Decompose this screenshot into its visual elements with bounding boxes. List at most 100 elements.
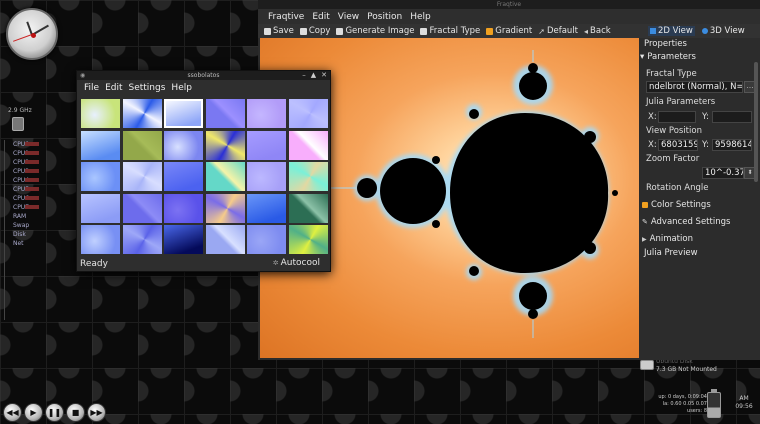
animation-section[interactable]: ▶ Animation xyxy=(642,234,693,244)
parameters-section[interactable]: ▾ Parameters xyxy=(640,52,696,62)
rewind-button[interactable]: ◀◀ xyxy=(3,403,22,422)
image-icon xyxy=(336,27,344,35)
cpu-bar xyxy=(25,160,39,164)
menu-file[interactable]: File xyxy=(81,83,102,93)
gradient-swatch[interactable] xyxy=(288,162,328,191)
gradient-swatch[interactable] xyxy=(81,130,120,160)
battery-icon xyxy=(707,392,721,418)
gradient-swatch[interactable] xyxy=(164,193,203,223)
default-label: Default xyxy=(546,26,579,36)
rotation-angle-label: Rotation Angle xyxy=(646,183,709,193)
gradient-swatch[interactable] xyxy=(122,225,162,254)
maximize-icon[interactable]: ▲ xyxy=(311,71,316,79)
default-button[interactable]: ➚ Default xyxy=(538,26,578,36)
disk-row: Disk xyxy=(5,230,38,239)
cpu-bar xyxy=(25,178,39,182)
menu-help[interactable]: Help xyxy=(406,12,435,22)
gradient-swatch[interactable] xyxy=(205,162,245,191)
gradient-swatch[interactable] xyxy=(81,225,120,254)
tab-2d-view[interactable]: 2D View xyxy=(648,26,695,36)
menu-fraqtive[interactable]: Fraqtive xyxy=(264,12,308,22)
fractal-type-button[interactable]: Fractal Type xyxy=(420,26,480,36)
window-titlebar[interactable]: Fraqtive xyxy=(258,0,760,9)
minimize-icon[interactable]: – xyxy=(302,71,306,79)
color-settings-section[interactable]: Color Settings xyxy=(642,200,711,210)
menu-edit[interactable]: Edit xyxy=(102,83,125,93)
back-button[interactable]: ◂ Back xyxy=(584,26,611,36)
clock-time: 09:56 xyxy=(735,403,753,410)
gradient-swatch[interactable] xyxy=(288,193,328,223)
julia-x-field[interactable] xyxy=(658,111,696,123)
view-x-field[interactable]: 68031599 xyxy=(658,139,698,151)
gradient-swatch[interactable] xyxy=(122,130,162,160)
zoom-factor-label: Zoom Factor xyxy=(646,154,700,164)
julia-y-field[interactable] xyxy=(712,111,752,123)
properties-scrollbar[interactable] xyxy=(754,62,758,182)
forward-button[interactable]: ▶▶ xyxy=(87,403,106,422)
pause-button[interactable]: ❚❚ xyxy=(45,403,64,422)
play-button[interactable]: ▶ xyxy=(24,403,43,422)
dialog-titlebar[interactable]: ◉ ssobolatos – ▲ ✕ xyxy=(77,71,330,80)
menu-help[interactable]: Help xyxy=(168,83,195,93)
gradient-swatch[interactable] xyxy=(164,162,203,191)
gradient-swatch[interactable] xyxy=(164,130,203,160)
julia-x-label: X: xyxy=(648,112,657,122)
gradient-swatch[interactable] xyxy=(205,193,245,223)
menu-view[interactable]: View xyxy=(334,12,363,22)
gradient-swatch[interactable] xyxy=(288,130,328,160)
fractal-set xyxy=(357,63,618,319)
gradient-swatch[interactable] xyxy=(247,225,286,254)
generate-image-button[interactable]: Generate Image xyxy=(336,26,414,36)
gradient-swatch[interactable] xyxy=(81,162,120,191)
gradient-chooser-window: ◉ ssobolatos – ▲ ✕ File Edit Settings He… xyxy=(76,70,331,272)
fractal-type-field[interactable]: ndelbrot (Normal), N=2 xyxy=(646,81,743,93)
gradient-swatch[interactable] xyxy=(247,193,286,223)
cpu-widget-toggle[interactable] xyxy=(12,117,24,131)
net-row: Net xyxy=(5,239,38,248)
gradient-swatch[interactable] xyxy=(205,130,245,160)
julia-y-label: Y: xyxy=(702,112,709,122)
cpu-bar xyxy=(25,187,39,191)
2d-view-icon xyxy=(650,28,656,34)
autocool-icon: ✲ xyxy=(272,259,279,267)
menu-edit[interactable]: Edit xyxy=(308,12,333,22)
gradient-swatch[interactable] xyxy=(122,99,162,128)
tab-3d-view[interactable]: 3D View xyxy=(700,26,747,36)
gradient-swatch[interactable] xyxy=(122,162,162,191)
gradient-swatch[interactable] xyxy=(247,99,286,128)
gradient-button[interactable]: Gradient xyxy=(486,26,532,36)
menu-settings[interactable]: Settings xyxy=(126,83,169,93)
color-settings-label: Color Settings xyxy=(651,200,711,210)
cpu-bar xyxy=(25,151,39,155)
gradient-swatch[interactable] xyxy=(247,130,286,160)
view-position-label: View Position xyxy=(646,126,702,136)
gradient-swatch[interactable] xyxy=(288,99,328,128)
gradient-swatch[interactable] xyxy=(164,225,203,254)
julia-preview-label: Julia Preview xyxy=(644,248,698,258)
drive-widget[interactable]: Ubuntu Disk 7.3 GB Not Mounted xyxy=(640,358,720,378)
advanced-settings-section[interactable]: ✎ Advanced Settings xyxy=(642,217,730,227)
gradient-swatch[interactable] xyxy=(288,225,328,254)
fractal-type-label-panel: Fractal Type xyxy=(646,69,697,79)
menu-position[interactable]: Position xyxy=(363,12,406,22)
save-button[interactable]: Save xyxy=(264,26,294,36)
gradient-swatch[interactable] xyxy=(81,99,120,128)
view-y-field[interactable]: 95986144 xyxy=(712,139,752,151)
disk-label: Disk xyxy=(13,231,26,238)
gradient-swatch[interactable] xyxy=(122,193,162,223)
gradient-swatch[interactable] xyxy=(164,99,203,128)
autocool-button[interactable]: ✲ Autocool xyxy=(273,258,320,268)
animation-label: Animation xyxy=(649,234,693,244)
properties-header: Properties xyxy=(644,39,687,49)
close-icon[interactable]: ✕ xyxy=(321,71,327,79)
gradient-swatch[interactable] xyxy=(247,162,286,191)
copy-button[interactable]: Copy xyxy=(299,26,330,36)
properties-panel: Properties ▾ Parameters Fractal Type ndel… xyxy=(640,38,760,360)
document-icon xyxy=(420,27,428,35)
stop-button[interactable]: ■ xyxy=(66,403,85,422)
gradient-swatch[interactable] xyxy=(205,225,245,254)
gradient-swatch[interactable] xyxy=(205,99,245,128)
window-controls: – ▲ ✕ xyxy=(302,71,327,79)
gradient-swatch[interactable] xyxy=(81,193,120,223)
zoom-factor-field[interactable]: 10^-0.37 xyxy=(702,167,744,179)
